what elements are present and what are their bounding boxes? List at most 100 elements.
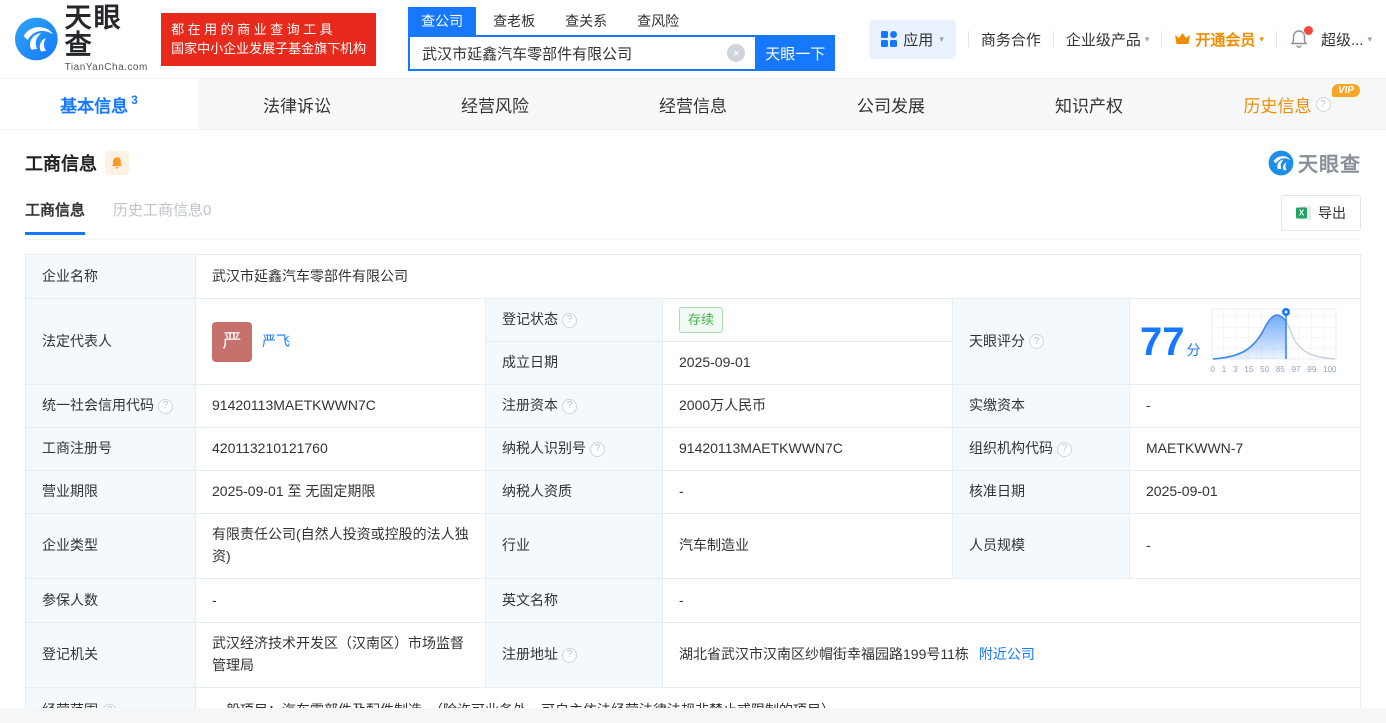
tab-label: 经营信息: [659, 96, 727, 116]
business-info-table: 企业名称 武汉市延鑫汽车零部件有限公司 法定代表人 严 严飞 登记状态 ? 存续…: [25, 254, 1361, 723]
industry-value: 汽车制造业: [663, 514, 953, 579]
apps-grid-icon: [881, 31, 898, 47]
english-name-label: 英文名称: [486, 579, 663, 623]
apps-menu[interactable]: 应用 ▾: [869, 19, 956, 59]
tab-label: 知识产权: [1055, 96, 1123, 116]
page: 天眼查 TianYanCha.com 都在用的商业查询工具 国家中小企业发展子基…: [0, 0, 1386, 723]
tianyancha-logo[interactable]: 天眼查 TianYanCha.com: [14, 5, 149, 73]
english-name-value: -: [663, 579, 1361, 623]
logo-title: 天眼查: [64, 3, 123, 60]
org-code-label: 组织机构代码 ?: [953, 428, 1130, 471]
company-name-value: 武汉市延鑫汽车零部件有限公司: [196, 255, 1361, 299]
tab-legal-lawsuits[interactable]: 法律诉讼: [198, 79, 396, 129]
approve-date-value: 2025-09-01: [1130, 471, 1361, 514]
search-tab-risk[interactable]: 查风险: [624, 7, 692, 35]
nav-biz-cooperation[interactable]: 商务合作: [981, 29, 1041, 50]
notification-dot: [1303, 26, 1313, 35]
notification-bell-icon[interactable]: [1289, 26, 1313, 49]
watermark-text: 天眼查: [1298, 154, 1361, 176]
status-badge: 存续: [679, 306, 724, 334]
question-icon[interactable]: ?: [1057, 441, 1072, 457]
tianyancha-logo-icon: [14, 17, 58, 61]
insured-count-value: -: [196, 579, 486, 623]
paid-capital-label: 实缴资本: [953, 385, 1130, 428]
search-row: × 天眼一下: [408, 35, 836, 71]
question-icon[interactable]: ?: [590, 441, 605, 457]
tab-operation-risk[interactable]: 经营风险: [396, 79, 594, 129]
score-label: 天眼评分 ?: [953, 299, 1130, 385]
insured-count-label: 参保人数: [26, 579, 196, 623]
nav-super-vip[interactable]: 超级... ▾: [1321, 29, 1372, 50]
nav-enterprise-label: 企业级产品: [1065, 31, 1141, 49]
approve-date-label: 核准日期: [953, 471, 1130, 514]
legal-rep-label: 法定代表人: [26, 299, 196, 385]
subtab-business-info[interactable]: 工商信息: [25, 199, 86, 235]
tab-label: 经营风险: [461, 96, 529, 116]
taxpayer-id-label: 纳税人识别号 ?: [486, 428, 663, 471]
question-icon[interactable]: ?: [158, 398, 173, 414]
tab-operation-info[interactable]: 经营信息: [594, 79, 792, 129]
subscribe-bell-icon[interactable]: [105, 150, 129, 175]
search-input[interactable]: [408, 35, 756, 71]
reg-capital-label: 注册资本 ?: [486, 385, 663, 428]
staff-size-label: 人员规模: [953, 514, 1130, 579]
staff-size-value: -: [1130, 514, 1361, 579]
question-icon[interactable]: ?: [562, 647, 577, 663]
super-vip-label: 超级...: [1320, 31, 1364, 49]
vip-badge: VIP: [1331, 84, 1361, 97]
question-icon[interactable]: ?: [1029, 334, 1044, 349]
crown-icon: [1175, 33, 1191, 44]
logo-subtitle: TianYanCha.com: [64, 62, 148, 73]
search-tab-company[interactable]: 查公司: [408, 7, 477, 35]
score-distribution-chart[interactable]: 0 1 3 15 50 85 97 99 100: [1211, 306, 1337, 376]
tab-label: 公司发展: [857, 96, 925, 116]
reg-capital-value: 2000万人民币: [663, 385, 953, 428]
legal-rep-link[interactable]: 严飞: [262, 331, 290, 353]
open-vip-label: 开通会员: [1195, 31, 1256, 49]
question-icon[interactable]: ?: [1315, 96, 1331, 112]
address-value: 湖北省武汉市汉南区纱帽街幸福园路199号11栋 附近公司: [663, 623, 1361, 688]
svg-text:X: X: [1299, 209, 1305, 218]
chevron-down-icon: ▾: [1144, 33, 1150, 44]
excel-icon: X: [1296, 206, 1311, 220]
question-icon[interactable]: ?: [562, 312, 577, 328]
watermark-logo-icon: [1268, 150, 1294, 175]
tab-basic-info[interactable]: 基本信息 3: [0, 79, 198, 129]
search-tab-boss[interactable]: 查老板: [480, 7, 548, 35]
establish-date-value: 2025-09-01: [663, 342, 953, 385]
export-label: 导出: [1318, 205, 1346, 221]
tab-label: 基本信息: [60, 96, 129, 116]
main-content: 工商信息 天眼查 工商信息 历史工商信息0 X 导出 企业名称 武汉市延鑫汽车零…: [0, 148, 1386, 723]
logo-text: 天眼查 TianYanCha.com: [64, 3, 149, 74]
org-code-value: MAETKWWN-7: [1130, 428, 1361, 471]
chevron-down-icon: ▾: [1259, 33, 1264, 44]
nav-enterprise-products[interactable]: 企业级产品 ▾: [1066, 29, 1150, 50]
export-button[interactable]: X 导出: [1281, 195, 1361, 231]
question-icon[interactable]: ?: [562, 398, 577, 414]
nearby-companies-link[interactable]: 附近公司: [979, 644, 1035, 666]
tab-count: 3: [131, 93, 138, 107]
reg-status-label: 登记状态 ?: [486, 299, 663, 342]
taxpayer-id-value: 91420113MAETKWWN7C: [663, 428, 953, 471]
tab-history-info[interactable]: VIP 历史信息 ?: [1188, 79, 1386, 129]
section-header: 工商信息 天眼查: [25, 148, 1361, 177]
reg-number-label: 工商注册号: [26, 428, 196, 471]
tab-label: 历史信息: [1243, 96, 1312, 116]
search-tab-relation[interactable]: 查关系: [552, 7, 620, 35]
chevron-down-icon: ▾: [1367, 33, 1372, 44]
slogan-badge: 都在用的商业查询工具 国家中小企业发展子基金旗下机构: [161, 12, 377, 66]
tab-intellectual-property[interactable]: 知识产权: [990, 79, 1188, 129]
search-button[interactable]: 天眼一下: [755, 35, 836, 71]
industry-label: 行业: [486, 514, 663, 579]
apps-label: 应用: [903, 31, 934, 49]
top-nav: 应用 ▾ 商务合作 企业级产品 ▾ 开通会员 ▾ 超级... ▾: [869, 19, 1372, 59]
tab-company-development[interactable]: 公司发展: [792, 79, 990, 129]
search-area: 查公司 查老板 查关系 查风险 × 天眼一下: [408, 7, 836, 71]
reg-authority-label: 登记机关: [26, 623, 196, 688]
nav-open-vip[interactable]: 开通会员 ▾: [1174, 29, 1264, 50]
subtab-history-business-info[interactable]: 历史工商信息0: [113, 199, 211, 235]
legal-rep-avatar[interactable]: 严: [212, 321, 252, 362]
business-term-label: 营业期限: [26, 471, 196, 514]
top-header: 天眼查 TianYanCha.com 都在用的商业查询工具 国家中小企业发展子基…: [0, 0, 1386, 78]
reg-authority-value: 武汉经济技术开发区（汉南区）市场监督管理局: [196, 623, 486, 688]
